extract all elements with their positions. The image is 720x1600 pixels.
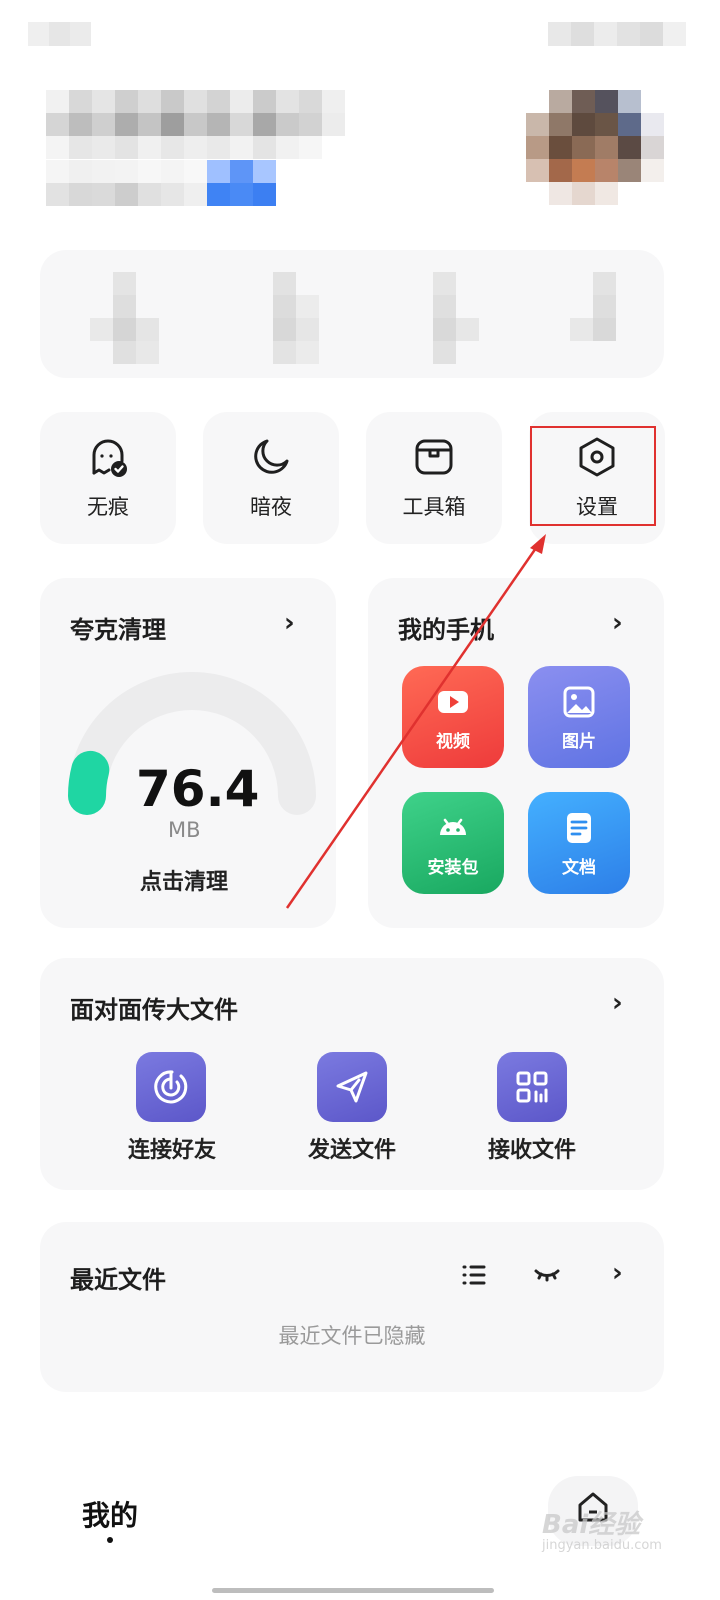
- annotation-arrow: [285, 534, 546, 909]
